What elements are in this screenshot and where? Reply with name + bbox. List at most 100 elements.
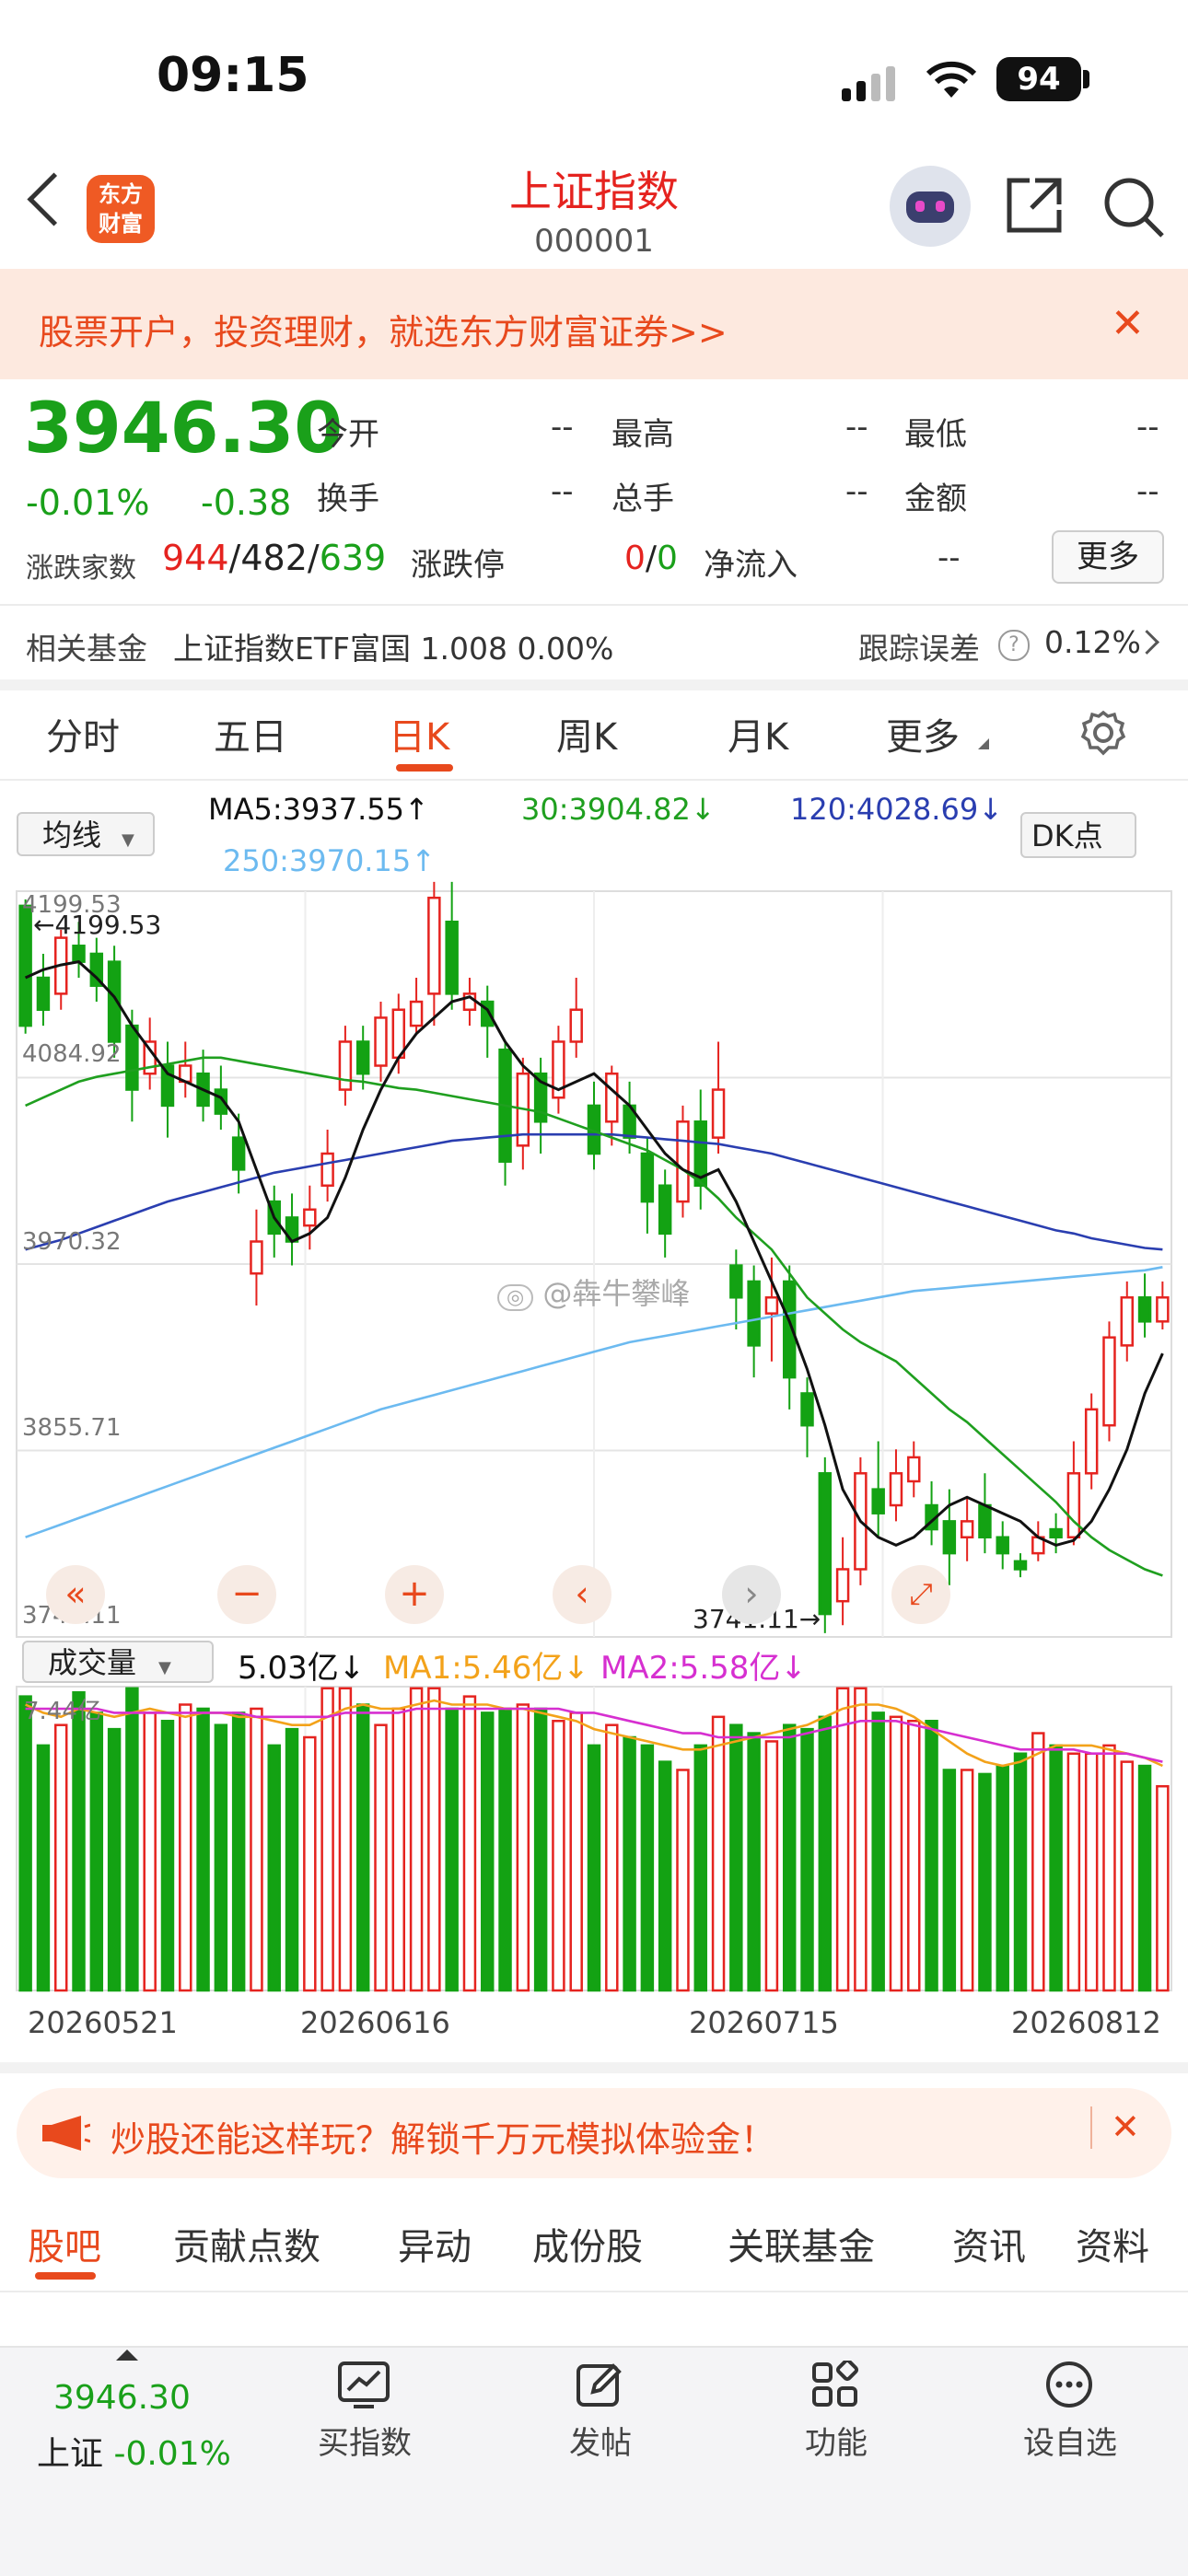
inflow-label: 净流入 — [704, 547, 798, 584]
tab-day-k[interactable]: 日K — [389, 707, 449, 760]
open-label: 今开 — [317, 416, 379, 453]
tab-profile[interactable]: 资料 — [1076, 2217, 1149, 2270]
tab-movement[interactable]: 异动 — [398, 2217, 472, 2270]
promo-text[interactable]: 炒股还能这样玩？解锁千万元模拟体验金！ — [111, 2111, 775, 2162]
x-label-2: 20260616 — [300, 2005, 450, 2040]
fund-row[interactable]: 上证指数ETF富国 1.008 0.00% — [173, 624, 613, 668]
volume-bar — [569, 1712, 583, 1992]
divider — [1090, 2106, 1092, 2149]
volume-bar — [285, 1727, 299, 1992]
scroll-right-button[interactable]: › — [722, 1565, 781, 1624]
volume-bar — [729, 1723, 743, 1992]
robot-assistant-icon[interactable] — [890, 166, 971, 247]
volume-bar — [143, 1712, 157, 1992]
tracking-error-label: 跟踪误差 — [858, 631, 980, 667]
volume-bar — [196, 1707, 210, 1992]
candle-body — [800, 1392, 814, 1427]
x-label-4: 20260812 — [1011, 2005, 1161, 2040]
volume-bar — [623, 1735, 636, 1992]
tab-month-k[interactable]: 月K — [728, 707, 788, 760]
candle-body — [978, 1503, 992, 1538]
y-label-4: 3855.71 — [22, 1414, 122, 1442]
volume-bar — [1049, 1744, 1063, 1992]
tab-constituents[interactable]: 成份股 — [532, 2217, 643, 2270]
banner-close-icon[interactable]: ✕ — [1111, 300, 1145, 347]
candle-body — [1137, 1296, 1152, 1323]
settings-icon[interactable] — [1079, 709, 1127, 760]
tab-minute[interactable]: 分时 — [46, 707, 120, 760]
vol-max-label: 7.44亿 — [24, 1698, 101, 1725]
volume-bar — [996, 1764, 1009, 1992]
kline-chart[interactable] — [0, 792, 1188, 2081]
tab-related-funds[interactable]: 关联基金 — [728, 2217, 875, 2270]
grid-icon — [812, 2361, 859, 2407]
tab-five-day[interactable]: 五日 — [214, 707, 287, 760]
candle-body — [729, 1264, 743, 1299]
candle-body — [374, 1016, 388, 1067]
volume-label: 总手 — [611, 481, 674, 517]
max-marker: ←4199.53 — [33, 910, 162, 940]
volume-bar — [409, 1687, 424, 1992]
banner-text[interactable]: 股票开户，投资理财，就选东方财富证券>> — [39, 304, 728, 354]
volume-bar — [978, 1772, 992, 1992]
candle-body — [445, 920, 459, 995]
candle-body — [303, 1208, 317, 1227]
collapse-arrow-icon[interactable] — [116, 2350, 138, 2361]
volume-bar — [374, 1723, 388, 1992]
volume-bar — [1084, 1752, 1099, 1992]
candle-body — [569, 1008, 583, 1043]
x-label-1: 20260521 — [28, 2005, 178, 2040]
search-icon[interactable] — [1101, 175, 1166, 243]
open-value: -- — [551, 409, 574, 446]
volume-bar — [338, 1687, 353, 1992]
tab-contribution[interactable]: 贡献点数 — [173, 2217, 320, 2270]
candle-body — [1066, 1472, 1081, 1538]
volume-bar — [889, 1715, 903, 1992]
candle-body — [605, 1072, 619, 1123]
volume-bar — [693, 1744, 707, 1992]
promo-close-icon[interactable]: ✕ — [1111, 2106, 1140, 2147]
tab-guba[interactable]: 股吧 — [28, 2217, 101, 2270]
bottom-tab-indicator — [35, 2272, 96, 2280]
volume-bar — [1120, 1760, 1134, 1992]
candle-body — [72, 945, 86, 963]
tab-news[interactable]: 资讯 — [952, 2217, 1026, 2270]
candle-body — [1049, 1527, 1063, 1538]
candle-body — [907, 1456, 921, 1483]
volume-bar — [303, 1735, 317, 1992]
volume-bar — [925, 1720, 938, 1992]
candle-body — [409, 1000, 424, 1027]
status-time: 09:15 — [157, 48, 309, 103]
fullscreen-icon[interactable]: ⤢ — [891, 1565, 950, 1624]
volume-bar — [391, 1707, 406, 1992]
volume-bar — [658, 1760, 672, 1992]
candle-body — [676, 1120, 690, 1203]
current-price: 3946.30 — [24, 387, 344, 469]
zoom-in-button[interactable]: + — [385, 1565, 444, 1624]
signal-icon — [842, 66, 899, 107]
mini-price: 3946.30 — [53, 2379, 191, 2417]
dropdown-corner-icon — [978, 738, 989, 749]
tab-week-k[interactable]: 周K — [556, 707, 617, 760]
battery-nub — [1083, 70, 1089, 88]
y-label-2: 4084.92 — [22, 1040, 122, 1068]
candle-body — [942, 1520, 957, 1555]
candle-body — [1084, 1408, 1099, 1475]
edit-icon — [577, 2363, 622, 2407]
volume-bar — [640, 1744, 655, 1992]
section-gap — [0, 679, 1188, 690]
volume-bar — [1156, 1784, 1170, 1992]
volume-bar — [835, 1687, 850, 1992]
volume-bar — [179, 1703, 192, 1992]
scroll-left-button[interactable]: ‹ — [553, 1565, 611, 1624]
indicator-selector[interactable]: 成交量 ▼ — [22, 1641, 214, 1683]
zoom-out-button[interactable]: − — [217, 1565, 276, 1624]
volume-bar — [1013, 1752, 1028, 1992]
more-button[interactable]: 更多 — [1052, 530, 1164, 584]
help-icon[interactable]: ? — [998, 630, 1030, 661]
share-icon[interactable] — [1004, 175, 1065, 239]
volume-bar — [72, 1690, 86, 1992]
scroll-left-fast-button[interactable]: « — [46, 1565, 105, 1624]
tab-more[interactable]: 更多 — [886, 707, 960, 760]
volume-bar — [231, 1712, 246, 1992]
